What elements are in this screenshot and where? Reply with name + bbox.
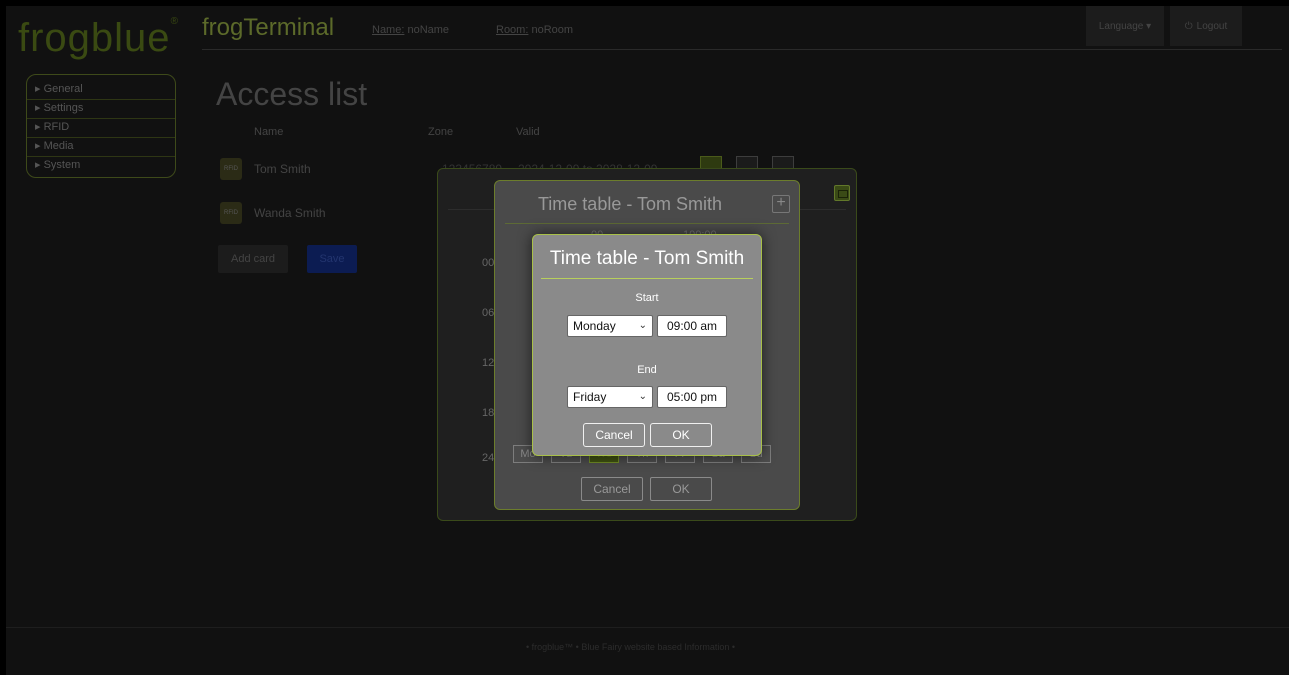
start-day-select[interactable]: Monday ⌄ (567, 315, 653, 337)
add-entry-button[interactable]: + (772, 195, 790, 213)
hour-label: 18 (482, 407, 495, 419)
modal-title: Time table - Tom Smith (537, 194, 723, 214)
rfid-card-icon: RFID (220, 158, 242, 180)
cancel-button[interactable]: Cancel (581, 477, 643, 501)
time-range-dialog: Time table - Tom Smith Start Monday ⌄ 09… (532, 234, 762, 456)
hour-label: 06 (482, 307, 495, 319)
rfid-card-icon: RFID (220, 202, 242, 224)
page-title: Access list (216, 76, 368, 112)
top-bar: frogTerminal Name: noName Room: noRoom L… (202, 6, 1282, 50)
end-day-select[interactable]: Friday ⌄ (567, 386, 653, 408)
sidebar-item-rfid[interactable]: ▸ RFID (27, 119, 175, 138)
sidebar-item-general[interactable]: ▸ General (27, 81, 175, 100)
hour-label: 12 (482, 357, 495, 369)
device-room[interactable]: Room: noRoom (496, 24, 573, 36)
app-title: frogTerminal (202, 14, 335, 41)
dialog-title: Time table - Tom Smith (549, 248, 745, 269)
divider (541, 278, 753, 279)
save-button[interactable]: Save (307, 245, 357, 273)
logout-button[interactable]: ⏻ Logout (1170, 6, 1242, 46)
ok-button[interactable]: OK (650, 477, 712, 501)
row-name: Tom Smith (254, 162, 311, 176)
column-header-zone: Zone (428, 126, 454, 138)
device-name[interactable]: Name: noName (372, 24, 449, 36)
column-header-valid: Valid (516, 126, 540, 138)
row-name: Wanda Smith (254, 206, 326, 220)
start-time-input[interactable]: 09:00 am (657, 315, 727, 337)
footer: • frogblue™ • Blue Fairy website based I… (6, 627, 1289, 675)
end-time-input[interactable]: 05:00 pm (657, 386, 727, 408)
ok-button[interactable]: OK (650, 423, 712, 447)
language-button[interactable]: Language ▾ (1086, 6, 1164, 46)
cancel-button[interactable]: Cancel (583, 423, 645, 447)
frogblue-logo: frogblue® (18, 16, 179, 60)
chevron-down-icon: ⌄ (638, 391, 647, 402)
start-label: Start (635, 292, 659, 304)
chevron-down-icon: ⌄ (638, 320, 647, 331)
divider (505, 223, 789, 224)
calendar-icon[interactable] (834, 185, 850, 201)
sidebar-item-system[interactable]: ▸ System (27, 157, 175, 176)
sidebar-item-media[interactable]: ▸ Media (27, 138, 175, 157)
hour-label: 24 (482, 452, 495, 464)
add-card-button[interactable]: Add card (218, 245, 288, 273)
end-label: End (637, 364, 657, 376)
footer-text: • frogblue™ • Blue Fairy website based I… (526, 642, 736, 652)
column-header-name: Name (254, 126, 284, 138)
logout-icon: ⏻ (1184, 20, 1193, 32)
hour-label: 00 (482, 257, 495, 269)
sidebar-nav: ▸ General ▸ Settings ▸ RFID ▸ Media ▸ Sy… (26, 74, 176, 178)
sidebar-item-settings[interactable]: ▸ Settings (27, 100, 175, 119)
